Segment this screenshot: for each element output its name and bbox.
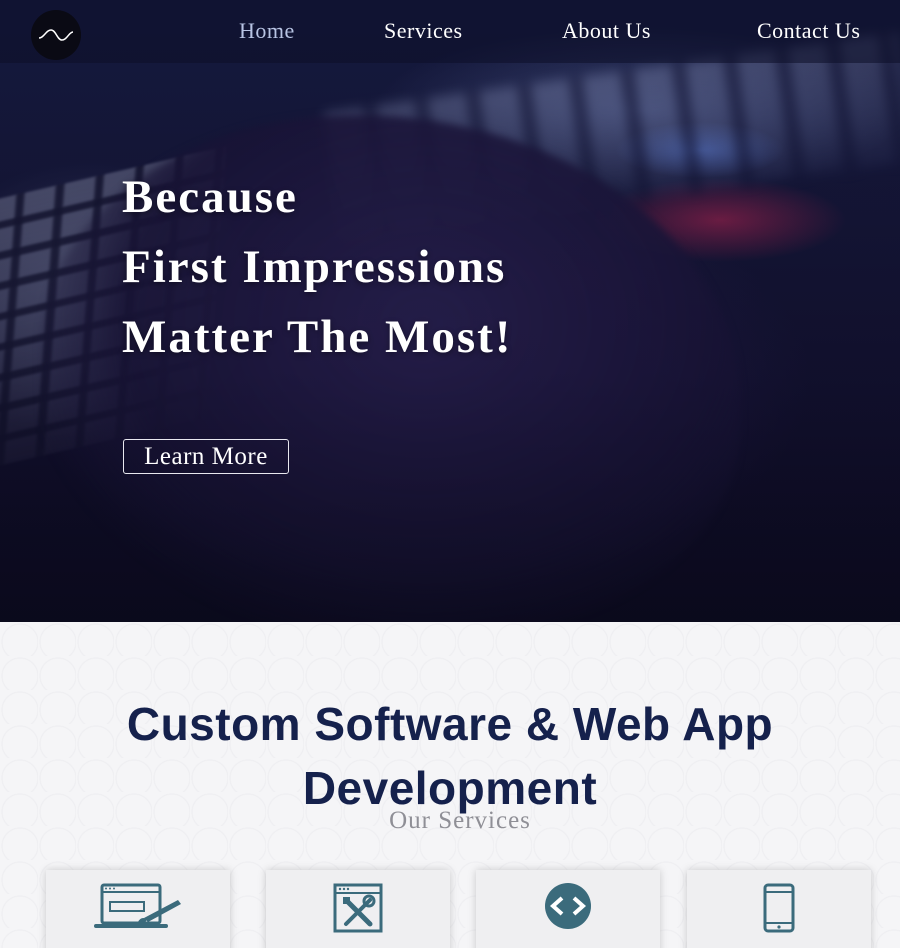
- logo[interactable]: [31, 10, 81, 60]
- top-navbar: Home Services About Us Contact Us: [0, 0, 900, 63]
- service-card[interactable]: [687, 870, 871, 948]
- service-card[interactable]: [476, 870, 660, 948]
- nav-link-about-us[interactable]: About Us: [562, 18, 651, 44]
- tools-icon: [333, 883, 383, 933]
- service-card[interactable]: [266, 870, 450, 948]
- learn-more-button[interactable]: Learn More: [123, 439, 289, 474]
- hero-title-line: First Impressions: [122, 241, 507, 293]
- nav-link-services[interactable]: Services: [384, 18, 463, 44]
- nav-link-contact-us[interactable]: Contact Us: [757, 18, 860, 44]
- section-heading-line: Custom Software & Web App: [126, 698, 774, 750]
- services-section: Custom Software & Web App Development Ou…: [0, 622, 900, 948]
- wave-logo-icon: [38, 29, 74, 41]
- hero-title-line: Because: [122, 171, 298, 223]
- code-icon: [545, 883, 591, 929]
- hero-section: Because First Impressions Matter The Mos…: [0, 0, 900, 622]
- nav-link-home[interactable]: Home: [239, 18, 295, 44]
- service-card[interactable]: [46, 870, 230, 948]
- section-subheading: Our Services: [389, 807, 531, 834]
- section-heading: Custom Software & Web App Development: [0, 692, 900, 820]
- hero-title-line: Matter The Most!: [122, 311, 513, 363]
- mobile-icon: [763, 883, 795, 933]
- hero-title: Because First Impressions Matter The Mos…: [122, 162, 513, 372]
- web-design-icon: [94, 883, 181, 928]
